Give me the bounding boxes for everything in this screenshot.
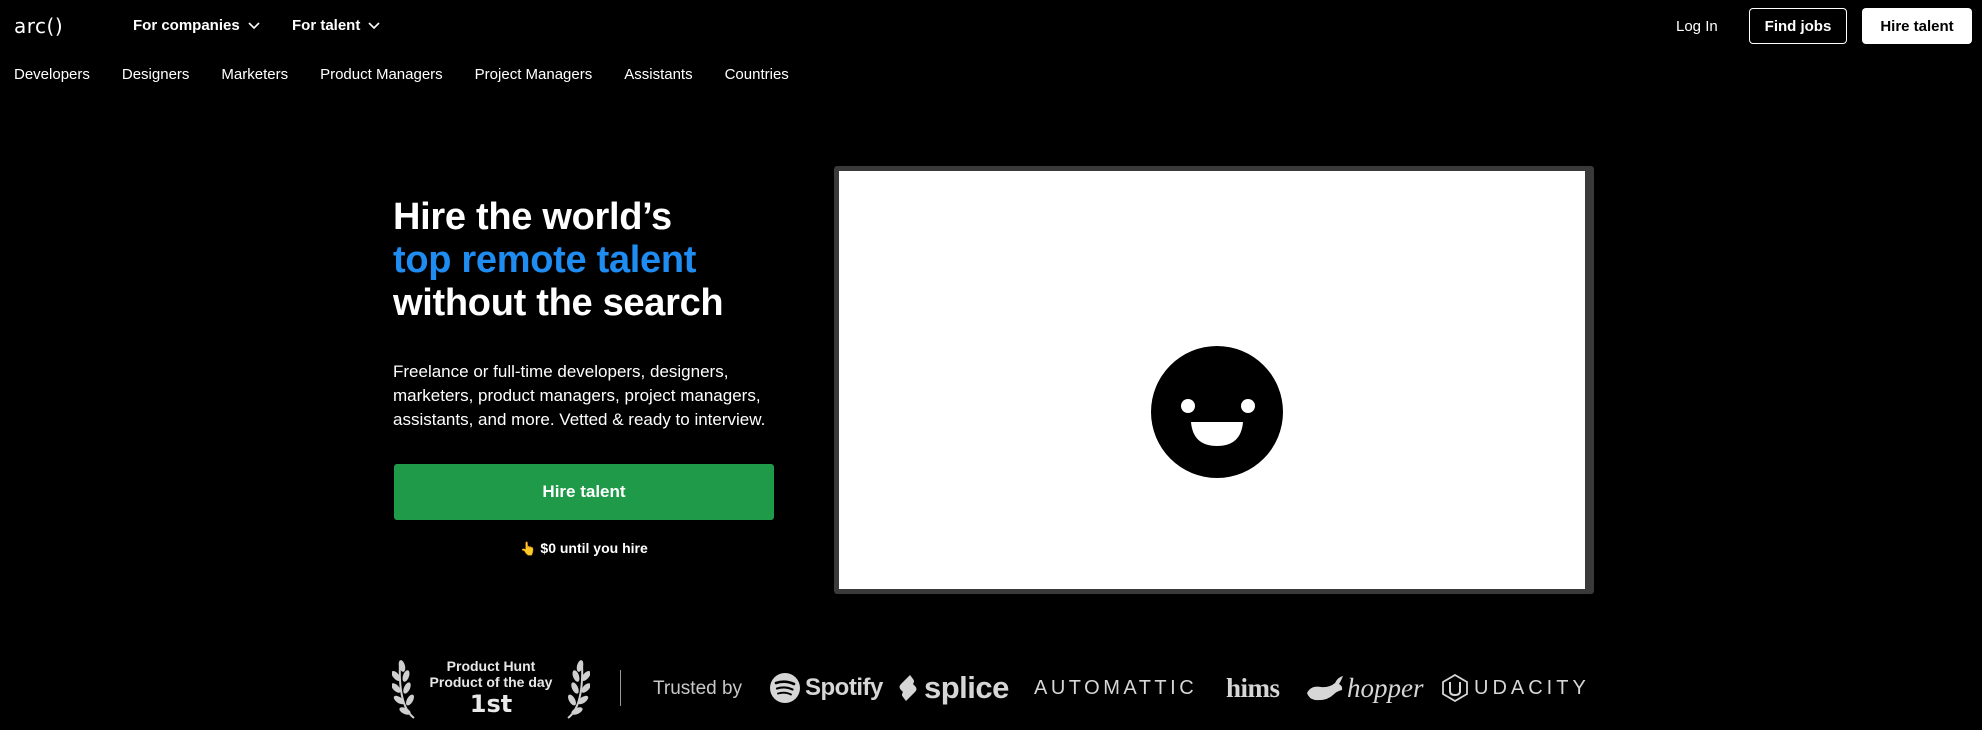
laurel-right-icon [567, 660, 590, 719]
hero-title-line3: without the search [393, 282, 724, 324]
udacity-logo: UDACITY [1442, 670, 1590, 706]
hire-talent-cta-button[interactable]: Hire talent [394, 464, 774, 520]
hims-logo: hims [1226, 670, 1280, 706]
splice-icon [899, 675, 917, 701]
spotify-wordmark: Spotify [805, 674, 883, 701]
splice-logo: splice [896, 670, 1009, 706]
chevron-down-icon [248, 21, 260, 29]
subnav-item-assistants[interactable]: Assistants [624, 66, 692, 83]
splice-wordmark: splice [924, 670, 1009, 705]
smiley-face-icon [1151, 346, 1283, 478]
automattic-wordmark: AUTOMATTIC [1034, 676, 1198, 699]
spotify-icon [770, 673, 800, 703]
nav-for-companies-label: For companies [133, 17, 240, 34]
hero-description: Freelance or full-time developers, desig… [393, 362, 766, 429]
trusted-by-label: Trusted by [653, 678, 743, 699]
subnav-item-designers[interactable]: Designers [122, 66, 190, 83]
hero-title-accent: top remote talent [393, 239, 697, 281]
trust-divider [620, 670, 621, 706]
find-jobs-button[interactable]: Find jobs [1749, 8, 1847, 44]
nav-for-talent-label: For talent [292, 17, 361, 34]
subnav-item-project-managers[interactable]: Project Managers [475, 66, 593, 83]
hero-video-player[interactable] [834, 166, 1594, 594]
product-hunt-badge: Product Hunt Product of the day 1st [392, 656, 590, 730]
udacity-wordmark: UDACITY [1474, 676, 1590, 699]
free-note-text: $0 until you hire [540, 540, 648, 556]
video-canvas [839, 171, 1585, 589]
login-link[interactable]: Log In [1676, 18, 1718, 35]
arc-logo[interactable]: arc() [14, 14, 63, 38]
category-subnav: Developers Designers Marketers Product M… [14, 66, 821, 83]
hims-wordmark: hims [1226, 672, 1280, 703]
pointing-hand-icon: 👆 [520, 541, 537, 556]
subnav-item-marketers[interactable]: Marketers [221, 66, 288, 83]
nav-for-companies[interactable]: For companies [133, 17, 260, 34]
hero-title-line1: Hire the world’s [393, 196, 672, 238]
spotify-logo: Spotify [769, 670, 883, 706]
subnav-item-countries[interactable]: Countries [725, 66, 789, 83]
chevron-down-icon [368, 21, 380, 29]
subnav-item-developers[interactable]: Developers [14, 66, 90, 83]
nav-for-talent[interactable]: For talent [292, 17, 380, 34]
top-navigation: arc() For companies For talent Log In Fi… [0, 0, 1982, 54]
hopper-bunny-icon [1307, 676, 1343, 701]
hopper-wordmark: hopper [1347, 672, 1424, 703]
hire-talent-header-button[interactable]: Hire talent [1862, 8, 1972, 44]
hopper-logo: hopper [1305, 670, 1424, 706]
free-note: 👆 $0 until you hire [394, 540, 774, 557]
hero-title: Hire the world’s top remote talent witho… [393, 196, 724, 325]
subnav-item-product-managers[interactable]: Product Managers [320, 66, 443, 83]
automattic-logo: AUTOMATTIC [1034, 670, 1197, 706]
udacity-icon [1442, 674, 1468, 702]
